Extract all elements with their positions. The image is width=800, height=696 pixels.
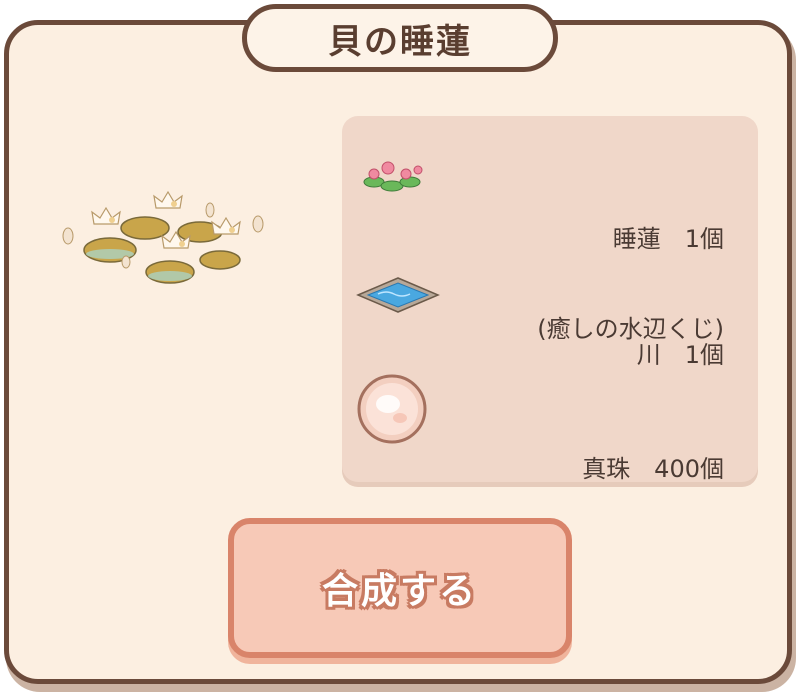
dialog-title: 貝の睡蓮 [328,21,472,62]
water-lily-icon [352,136,442,226]
material-name: 真珠 400個 [582,455,724,483]
pearl-icon [352,364,442,454]
river-icon [352,250,442,340]
dialog-title-tab: 貝の睡蓮 [242,4,558,72]
craft-button-label: 合成する [321,571,478,612]
shell-water-lily-icon [50,180,280,300]
materials-panel: 睡蓮 1個 (癒しの水辺くじ) 川 1個 真珠 400個 [342,116,758,483]
material-row: 川 1個 [342,250,758,369]
craft-button[interactable]: 合成する [228,518,572,658]
material-row: 睡蓮 1個 (癒しの水辺くじ) [342,136,758,343]
material-row: 真珠 400個 [342,364,758,483]
